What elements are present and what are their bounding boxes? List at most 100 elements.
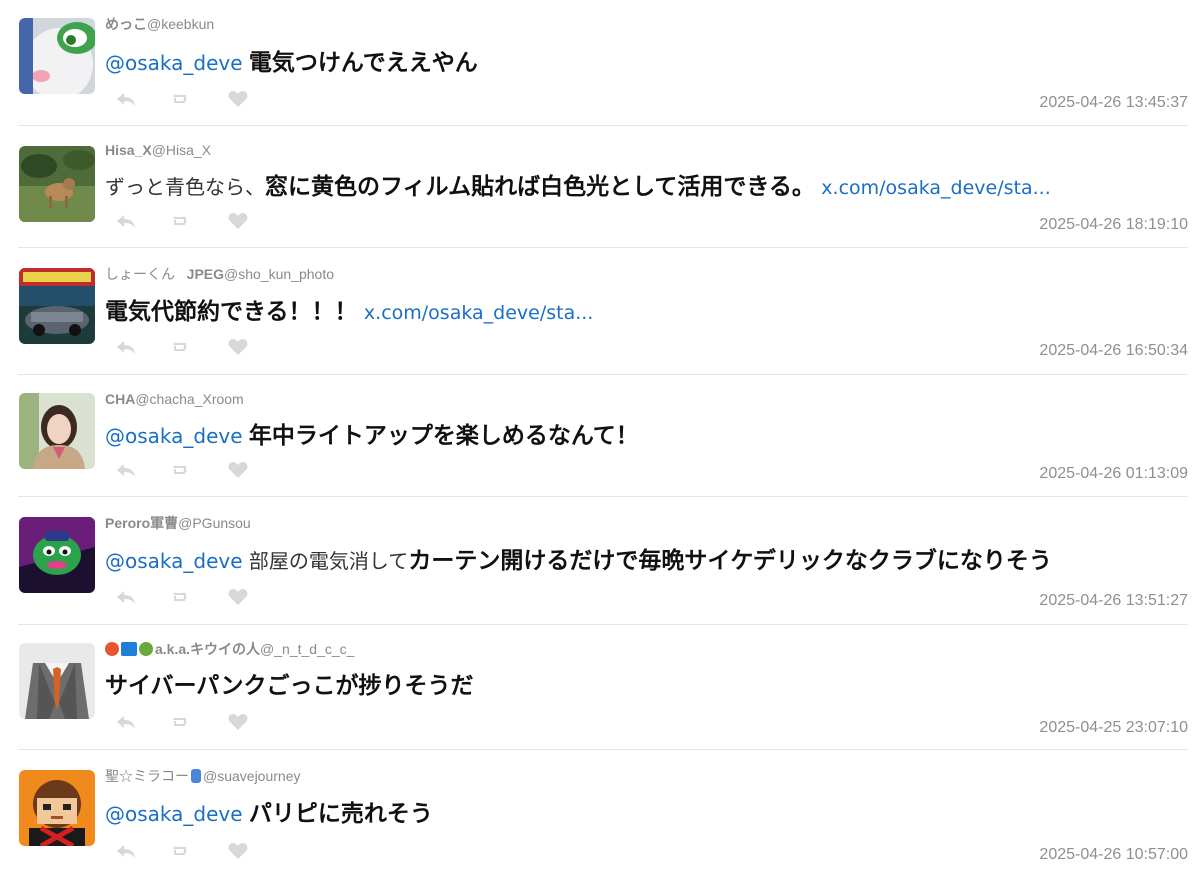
handle[interactable]: @PGunsou — [178, 515, 251, 531]
reply-icon — [117, 591, 135, 604]
retweet-button[interactable] — [171, 458, 227, 482]
retweet-icon — [173, 342, 187, 351]
like-button[interactable] — [227, 87, 283, 111]
retweet-icon — [173, 216, 187, 225]
display-name[interactable]: a.k.a.キウイの人 — [155, 641, 260, 657]
timestamp[interactable]: 2025-04-26 18:19:10 — [1039, 215, 1188, 235]
retweet-icon — [173, 846, 187, 855]
timestamp[interactable]: 2025-04-26 13:45:37 — [1039, 93, 1188, 113]
tweet-actions — [115, 209, 283, 233]
retweet-button[interactable] — [171, 710, 227, 734]
like-button[interactable] — [227, 209, 283, 233]
timestamp[interactable]: 2025-04-26 13:51:27 — [1039, 591, 1188, 611]
handle[interactable]: @_n_t_d_c_c_ — [260, 641, 354, 657]
timestamp[interactable]: 2025-04-26 01:13:09 — [1039, 464, 1188, 484]
mention-link[interactable]: @osaka_deve — [105, 424, 243, 448]
avatar[interactable] — [19, 517, 95, 593]
reply-button[interactable] — [115, 839, 171, 863]
reply-button[interactable] — [115, 209, 171, 233]
divider — [18, 374, 1188, 375]
reply-icon — [117, 716, 135, 729]
display-name[interactable]: Hisa_X — [105, 142, 152, 158]
reply-button[interactable] — [115, 87, 171, 111]
mention-link[interactable]: @osaka_deve — [105, 549, 243, 573]
like-button[interactable] — [227, 585, 283, 609]
like-button[interactable] — [227, 458, 283, 482]
heart-icon — [228, 339, 248, 355]
display-name-suffix[interactable]: JPEG — [187, 266, 224, 282]
divider — [18, 496, 1188, 497]
timestamp[interactable]: 2025-04-26 16:50:34 — [1039, 341, 1188, 361]
handle[interactable]: @Hisa_X — [152, 142, 211, 158]
tweet-actions — [115, 839, 283, 863]
display-name[interactable]: CHA — [105, 391, 135, 407]
tweet-actions — [115, 335, 283, 359]
handle[interactable]: @sho_kun_photo — [224, 266, 334, 282]
retweet-icon — [173, 465, 187, 474]
tweet-emphasis: カーテン開けるだけで毎晩サイケデリックなクラブになりそう — [408, 548, 1052, 574]
tweet-text: @osaka_deve 電気つけんでええやん — [105, 48, 478, 78]
avatar[interactable] — [19, 18, 95, 94]
tweet-author: a.k.a.キウイの人@_n_t_d_c_c_ — [105, 639, 354, 659]
reply-button[interactable] — [115, 335, 171, 359]
tweet-text: @osaka_deve パリピに売れそう — [105, 799, 433, 829]
reply-button[interactable] — [115, 458, 171, 482]
tweet-emphasis: サイバーパンクごっこが捗りそうだ — [105, 673, 474, 699]
handle[interactable]: @keebkun — [147, 16, 214, 32]
heart-icon — [228, 213, 248, 229]
divider — [18, 247, 1188, 248]
display-name[interactable]: 聖☆ミラコー — [105, 768, 189, 784]
retweet-button[interactable] — [171, 839, 227, 863]
reply-icon — [117, 93, 135, 106]
microphone-emoji-icon — [191, 769, 201, 783]
tweet-actions — [115, 87, 283, 111]
display-name[interactable]: しょーくん — [105, 266, 175, 282]
tweet-author: しょーくん JPEG@sho_kun_photo — [105, 264, 334, 284]
retweet-button[interactable] — [171, 335, 227, 359]
reply-button[interactable] — [115, 585, 171, 609]
tweet-text: @osaka_deve 年中ライトアップを楽しめるなんて！ — [105, 421, 639, 451]
tweet-plain-text: ずっと青色なら、 — [105, 175, 265, 199]
reply-icon — [117, 845, 135, 858]
tweet-author: Hisa_X@Hisa_X — [105, 140, 211, 160]
reply-icon — [117, 215, 135, 228]
like-button[interactable] — [227, 335, 283, 359]
retweet-button[interactable] — [171, 87, 227, 111]
timestamp[interactable]: 2025-04-26 10:57:00 — [1039, 845, 1188, 865]
tweet-link[interactable]: x.com/osaka_deve/sta... — [364, 302, 593, 324]
display-name[interactable]: Peroro軍曹 — [105, 515, 178, 531]
avatar[interactable] — [19, 643, 95, 719]
retweet-button[interactable] — [171, 585, 227, 609]
mention-link[interactable]: @osaka_deve — [105, 802, 243, 826]
tweet-feed: めっこ@keebkun @osaka_deve 電気つけんでええやん 2025-… — [0, 0, 1200, 877]
timestamp[interactable]: 2025-04-25 23:07:10 — [1039, 718, 1188, 738]
divider — [18, 749, 1188, 750]
tweet-author: CHA@chacha_Xroom — [105, 389, 244, 409]
avatar[interactable] — [19, 770, 95, 846]
tweet-emphasis: 窓に黄色のフィルム貼れば白色光として活用できる。 — [265, 174, 815, 200]
display-name[interactable]: めっこ — [105, 16, 147, 32]
tweet-emphasis: 年中ライトアップを楽しめるなんて！ — [248, 423, 639, 449]
tweet-link[interactable]: x.com/osaka_deve/sta... — [821, 177, 1050, 199]
tweet-text: サイバーパンクごっこが捗りそうだ — [105, 671, 473, 701]
mention-link[interactable]: @osaka_deve — [105, 51, 243, 75]
like-button[interactable] — [227, 710, 283, 734]
tweet-author: Peroro軍曹@PGunsou — [105, 513, 251, 533]
flag-emoji-icon — [121, 642, 137, 656]
like-button[interactable] — [227, 839, 283, 863]
retweet-button[interactable] — [171, 209, 227, 233]
avatar[interactable] — [19, 146, 95, 222]
tweet-text: 電気代節約できる！！！ x.com/osaka_deve/sta... — [105, 297, 593, 328]
divider — [18, 125, 1188, 126]
reply-icon — [117, 341, 135, 354]
avatar[interactable] — [19, 393, 95, 469]
reply-button[interactable] — [115, 710, 171, 734]
avatar[interactable] — [19, 268, 95, 344]
heart-icon — [228, 91, 248, 107]
handle[interactable]: @suavejourney — [203, 768, 301, 784]
heart-icon — [228, 462, 248, 478]
heart-icon — [228, 843, 248, 859]
tweet-actions — [115, 458, 283, 482]
retweet-icon — [173, 592, 187, 601]
handle[interactable]: @chacha_Xroom — [135, 391, 243, 407]
